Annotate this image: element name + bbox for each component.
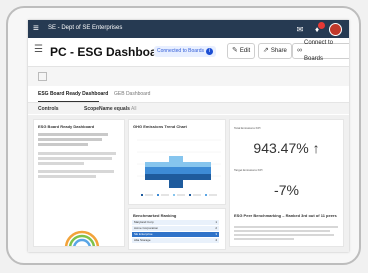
connected-badge: Connected to Boards i bbox=[154, 46, 216, 57]
target-emissions-kpi-value: -7% bbox=[274, 182, 299, 198]
ranking-row-name: Alta Storage bbox=[134, 238, 151, 242]
emissions-chart-panel: GHG Emissions Trend Chart bbox=[128, 119, 226, 205]
table-row[interactable]: Acme Corporation 2 bbox=[132, 226, 219, 231]
chart-legend bbox=[141, 194, 217, 196]
table-row[interactable]: Maryland Corp 1 bbox=[132, 220, 219, 225]
app-screen: ≡ SE - Dept of SE Enterprises ✉ ♦ ☰ PC -… bbox=[28, 20, 349, 252]
ranking-row-name: Maryland Corp bbox=[134, 220, 154, 224]
filter-icon[interactable] bbox=[38, 72, 47, 81]
org-title: SE - Dept of SE Enterprises bbox=[48, 25, 123, 31]
info-icon[interactable]: i bbox=[205, 48, 213, 55]
chart-band-mid bbox=[145, 167, 211, 174]
dashboard-tabs: ESG Board Ready Dashboard GEB Dashboard bbox=[28, 86, 349, 103]
summary-panel: ESG Board Ready Dashboard bbox=[33, 119, 125, 247]
share-button-label: Share bbox=[270, 48, 287, 54]
target-kpi-label: Target Emissions KPI bbox=[234, 168, 263, 172]
summary-title: ESG Board Ready Dashboard bbox=[38, 124, 95, 129]
connect-to-boards-button[interactable]: ∞ Connect to Boards bbox=[292, 40, 349, 62]
notification-icon[interactable]: ♦ bbox=[312, 21, 325, 35]
ranking-row-name: Acme Corporation bbox=[134, 226, 159, 230]
ranking-panel: Benchmarked Ranking Maryland Corp 1 Acme… bbox=[128, 208, 226, 250]
edit-button-label: Edit bbox=[239, 48, 251, 54]
scope-filter-label: ScopeName equals bbox=[84, 106, 130, 112]
benchmark-text bbox=[234, 226, 339, 240]
tab-geb-dashboard[interactable]: GEB Dashboard bbox=[114, 91, 150, 97]
controls-bar: Controls ScopeName equals All bbox=[28, 103, 349, 114]
link-icon: ∞ bbox=[297, 47, 302, 54]
page-title: PC - ESG Dashboard bbox=[50, 45, 169, 59]
esg-gauge bbox=[64, 230, 100, 246]
controls-label: Controls bbox=[38, 106, 59, 112]
share-icon: ⇗ bbox=[263, 47, 269, 54]
ranking-row-value: 1 bbox=[215, 220, 217, 224]
emissions-chart bbox=[137, 139, 221, 196]
gauge-arc-inner bbox=[73, 238, 91, 246]
chart-title: GHG Emissions Trend Chart bbox=[133, 124, 187, 129]
summary-text-block-2 bbox=[38, 152, 118, 165]
kpi-panel: Total Emissions KPI 943.47% ↑ Target Emi… bbox=[229, 119, 344, 247]
scope-filter[interactable]: ScopeName equals All bbox=[84, 106, 137, 112]
total-emissions-kpi-value: 943.47% ↑ bbox=[253, 140, 320, 156]
mail-icon[interactable]: ✉ bbox=[295, 25, 305, 35]
connect-button-label: Connect to Boards bbox=[304, 40, 334, 62]
filter-bar bbox=[28, 67, 349, 87]
sidebar-toggle-icon[interactable]: ☰ bbox=[34, 44, 43, 55]
summary-text-block-1 bbox=[38, 133, 114, 146]
share-button[interactable]: ⇗ Share bbox=[258, 43, 292, 59]
table-row-highlighted[interactable]: SE Enterprise 3 bbox=[132, 232, 219, 237]
scope-filter-value: All bbox=[130, 106, 137, 112]
ranking-row-name: SE Enterprise bbox=[134, 232, 153, 236]
chart-band-light bbox=[145, 162, 211, 167]
summary-text-block-3 bbox=[38, 170, 118, 178]
device-frame: ≡ SE - Dept of SE Enterprises ✉ ♦ ☰ PC -… bbox=[6, 6, 361, 265]
tab-esg-board-ready[interactable]: ESG Board Ready Dashboard bbox=[38, 91, 108, 97]
total-kpi-label: Total Emissions KPI bbox=[234, 126, 261, 130]
edit-button[interactable]: ✎ Edit bbox=[227, 43, 256, 59]
app-menu-icon[interactable]: ≡ bbox=[33, 24, 39, 34]
chart-bar-bottom bbox=[169, 180, 183, 188]
ranking-row-value: 3 bbox=[215, 232, 217, 236]
ranking-row-value: 2 bbox=[215, 226, 217, 230]
top-bar: ≡ SE - Dept of SE Enterprises ✉ ♦ bbox=[28, 20, 349, 38]
dashboard-content: ESG Board Ready Dashboard GHG Emissions … bbox=[28, 115, 349, 252]
notification-dot bbox=[318, 21, 325, 29]
chart-bar-top bbox=[169, 156, 183, 162]
table-row[interactable]: Alta Storage 4 bbox=[132, 238, 219, 243]
ranking-title: Benchmarked Ranking bbox=[133, 213, 177, 218]
chart-band-dark bbox=[145, 174, 211, 180]
ranking-row-value: 4 bbox=[215, 238, 217, 242]
connected-badge-label: Connected to Boards bbox=[157, 48, 204, 54]
benchmark-title: ESG Peer Benchmarking – Ranked 3rd out o… bbox=[234, 213, 337, 218]
page-header: ☰ PC - ESG Dashboard Connected to Boards… bbox=[28, 38, 349, 67]
active-tab-indicator bbox=[38, 101, 99, 102]
pencil-icon: ✎ bbox=[232, 47, 238, 54]
